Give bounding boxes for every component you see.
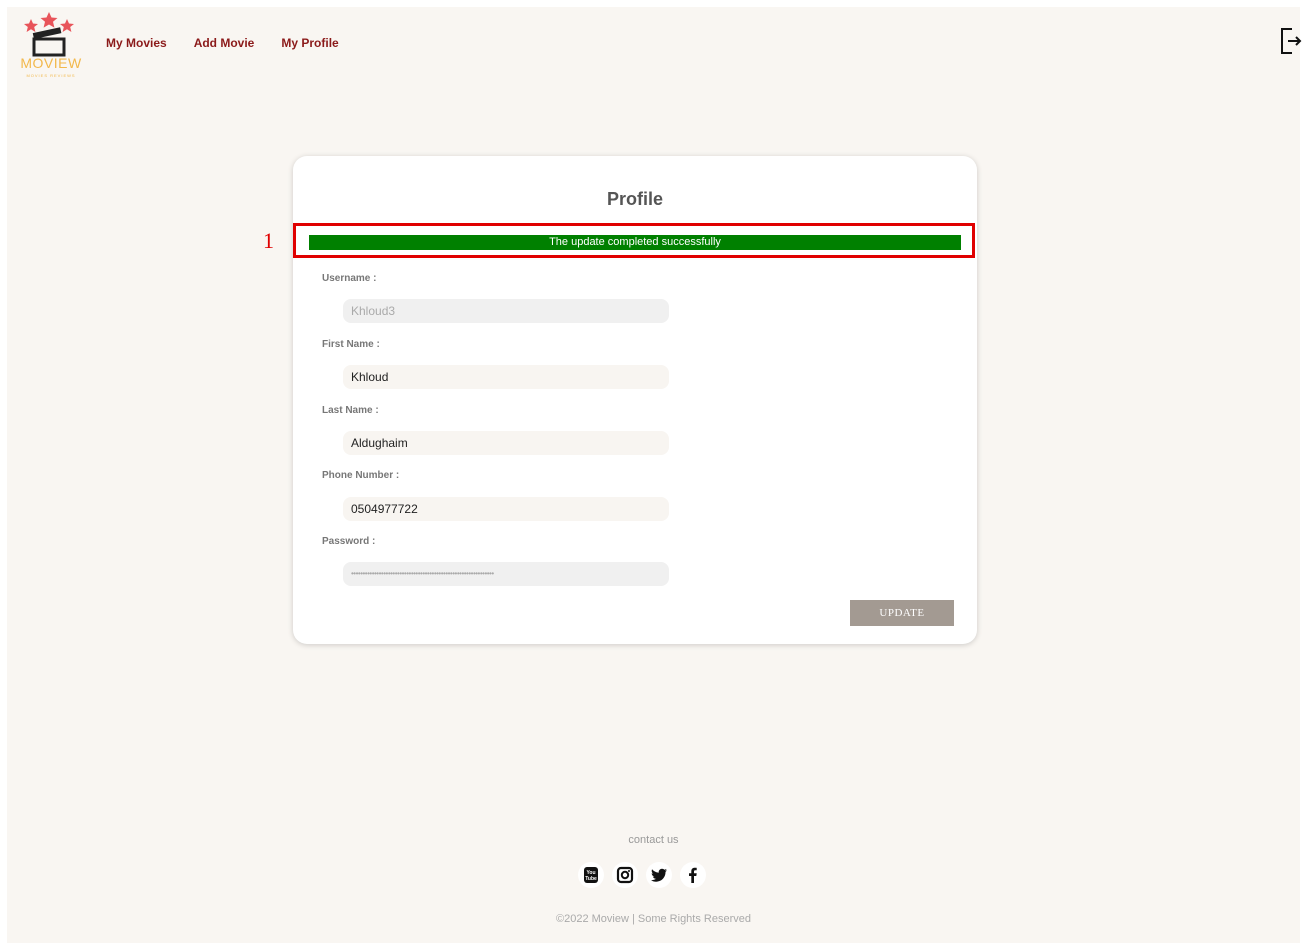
nav-my-movies[interactable]: My Movies [106,36,167,50]
youtube-icon: You Tube [584,867,598,883]
first-name-field[interactable]: Khloud [343,365,669,389]
facebook-link[interactable] [680,862,706,888]
twitter-icon [651,868,667,882]
nav-add-movie[interactable]: Add Movie [194,36,255,50]
username-label: Username : [322,273,377,284]
social-links: You Tube [578,862,706,888]
phone-label: Phone Number : [322,470,400,481]
update-button[interactable]: UPDATE [850,600,954,626]
page: MOVIEW MOVIES REVIEWS My Movies Add Movi… [7,7,1302,943]
first-name-label: First Name : [322,339,380,350]
logo-tagline: MOVIES REVIEWS [26,73,76,78]
last-name-field[interactable]: Aldughaim [343,431,669,455]
youtube-link[interactable]: You Tube [578,862,604,888]
logout-icon [1281,28,1302,54]
username-field[interactable]: Khloud3 [343,299,669,323]
contact-us-label: contact us [628,834,679,846]
page-title: Profile [606,189,663,209]
svg-text:Tube: Tube [585,876,597,882]
twitter-link[interactable] [646,862,672,888]
success-message: The update completed successfully [309,235,961,250]
instagram-icon [616,866,634,884]
logo-wordmark: MOVIEW [20,55,82,71]
phone-field[interactable]: 0504977722 [343,497,669,521]
last-name-label: Last Name : [322,405,379,416]
main-nav: My Movies Add Movie My Profile [106,36,339,50]
annotation-number: 1 [263,228,274,253]
nav-my-profile[interactable]: My Profile [281,36,338,50]
password-field[interactable]: ••••••••••••••••••••••••••••••••••••••••… [343,562,669,586]
clapperboard-stars-icon [24,12,74,57]
facebook-icon [689,867,697,883]
password-label: Password : [322,536,376,547]
profile-card: Profile 1 The update completed successfu… [263,156,977,644]
logo[interactable]: MOVIEW MOVIES REVIEWS [17,11,85,83]
instagram-link[interactable] [612,862,638,888]
logout-button[interactable] [1280,26,1302,56]
copyright-text: ©2022 Moview | Some Rights Reserved [556,913,751,925]
